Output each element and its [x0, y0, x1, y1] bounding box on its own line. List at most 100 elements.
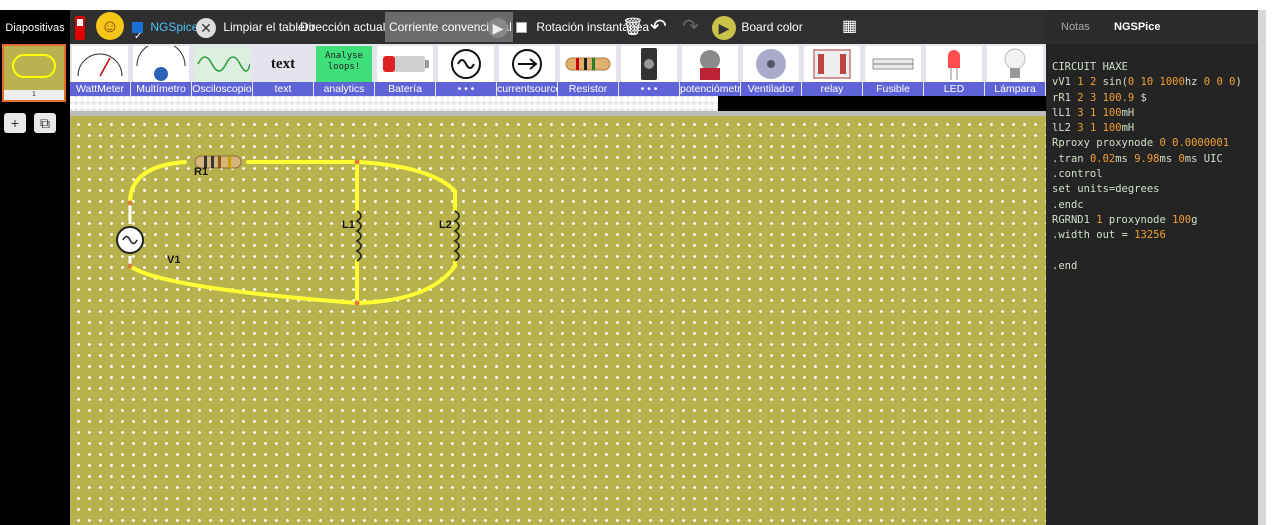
ngspice-toggle[interactable]: NGSpice	[132, 10, 199, 54]
current-source-icon	[499, 46, 555, 82]
ac-source-icon	[438, 46, 494, 82]
top-toolbar: ☺ NGSpice ✕ Limpiar el tablero Dirección…	[70, 10, 1046, 54]
power-switch-icon[interactable]	[75, 10, 85, 44]
component-label: potenciómetro	[680, 82, 740, 96]
l2-label: L2	[439, 219, 452, 231]
potentiometer-icon	[682, 46, 738, 82]
component-potentiometer[interactable]: potenciómetro	[680, 44, 740, 96]
component-label: Osciloscopio	[192, 82, 252, 96]
slides-panel: Diapositivas 1 + ⧉	[0, 10, 70, 525]
breadboard[interactable]: R1 V1 L1 L2	[70, 116, 1046, 525]
netlist-line: RGRND1 1 proxynode 100g	[1052, 213, 1198, 226]
component-label: Ventilador	[741, 82, 801, 96]
battery-icon	[377, 46, 433, 82]
netlist-line: vV1 1 2 sin(0 10 1000hz 0 0 0)	[1052, 76, 1242, 89]
component-led[interactable]: LED	[924, 44, 984, 96]
lamp-icon	[987, 46, 1043, 82]
wattmeter-icon	[72, 46, 128, 82]
bead-strip	[70, 96, 718, 111]
smiley-icon[interactable]: ☺	[96, 12, 124, 46]
component-label: Resistor	[558, 82, 618, 96]
component-analytics[interactable]: Analyse loops! analytics	[314, 44, 374, 96]
wire-l1-l2-top	[355, 160, 457, 193]
oscilloscope-icon	[194, 46, 251, 82]
component-fuse[interactable]: Fusible	[863, 44, 923, 96]
component-label: Lámpara	[985, 82, 1045, 96]
component-battery[interactable]: Batería	[375, 44, 435, 96]
component-multimeter[interactable]: Multímetro	[131, 41, 191, 96]
led-icon	[926, 46, 982, 82]
scrollbar[interactable]	[1258, 10, 1266, 525]
component-label: Fusible	[863, 82, 923, 96]
ngspice-checkbox[interactable]	[132, 20, 143, 54]
slide-thumbnail[interactable]: 1	[2, 44, 66, 102]
inductor-l1[interactable]	[355, 210, 362, 262]
play-icon[interactable]: ▶	[488, 10, 508, 44]
component-relay[interactable]: relay	[802, 44, 862, 96]
netlist-line: set units=degrees	[1052, 183, 1160, 196]
trash-icon[interactable]: 🗑	[622, 10, 644, 44]
component-label: relay	[802, 82, 862, 96]
right-panel: Notas NGSPice CIRCUIT HAXE vV1 1 2 sin(0 …	[1046, 10, 1258, 525]
building-icon[interactable]: ▦	[842, 10, 857, 44]
netlist-line: .tran 0.02ms 9.98ms 0ms UIC	[1052, 152, 1223, 165]
netlist-code[interactable]: CIRCUIT HAXE vV1 1 2 sin(0 10 1000hz 0 0 …	[1052, 60, 1242, 274]
thumbnail-circuit-preview	[12, 54, 56, 78]
component-oscilloscope[interactable]: Osciloscopio	[192, 44, 252, 96]
wire-v1-bottom	[128, 264, 359, 305]
component-label: • • •	[436, 82, 496, 96]
netlist-line: lL1 3 1 100mH	[1052, 106, 1135, 119]
netlist-line: .endc	[1052, 198, 1084, 211]
top-strip	[0, 0, 1266, 10]
window-edge	[1266, 0, 1280, 525]
component-lamp[interactable]: Lámpara	[985, 44, 1045, 96]
component-label: currentsource	[497, 82, 557, 96]
copy-slide-button[interactable]: ⧉	[34, 113, 56, 133]
close-icon: ✕	[196, 17, 216, 38]
netlist-line: Rproxy proxynode 0 0.0000001	[1052, 137, 1230, 150]
component-text[interactable]: text text	[253, 44, 313, 96]
right-panel-tabs: Notas NGSPice	[1046, 10, 1258, 44]
board-color-button[interactable]: ▶ Board color	[712, 10, 803, 44]
circuit-canvas	[116, 155, 460, 306]
add-slide-button[interactable]: +	[4, 113, 26, 133]
fuse-icon	[865, 46, 921, 82]
wire-v1-r1	[128, 160, 187, 205]
component-label: WattMeter	[70, 82, 130, 96]
multimeter-icon	[133, 41, 189, 82]
component-label: analytics	[314, 82, 374, 96]
component-bar: WattMeter Multímetro Osciloscopio text t…	[70, 41, 1046, 96]
clear-board-button[interactable]: ✕ Limpiar el tablero	[196, 10, 315, 44]
component-label: text	[253, 82, 313, 96]
ac-source-v1[interactable]	[116, 226, 144, 254]
component-wattmeter[interactable]: WattMeter	[70, 44, 130, 96]
component-switch[interactable]: • • •	[619, 44, 679, 96]
analytics-icon: Analyse loops!	[316, 46, 372, 82]
component-fan[interactable]: Ventilador	[741, 44, 801, 96]
netlist-line: .control	[1052, 168, 1103, 181]
netlist-line	[1052, 244, 1242, 259]
rotation-checkbox[interactable]	[516, 22, 527, 34]
fan-icon	[743, 46, 799, 82]
resistor-icon	[560, 46, 616, 82]
tab-ngspice[interactable]: NGSPice	[1114, 10, 1160, 44]
netlist-line: .width out = 13256	[1052, 229, 1166, 242]
netlist-line: rR1 2 3 100.9 $	[1052, 91, 1147, 104]
board-color-label: Board color	[741, 20, 803, 34]
redo-icon[interactable]: ↷	[682, 10, 699, 44]
component-label: LED	[924, 82, 984, 96]
slide-number: 1	[4, 90, 64, 100]
switch-icon	[621, 46, 677, 82]
netlist-line: lL2 3 1 100mH	[1052, 122, 1135, 135]
undo-icon[interactable]: ↶	[650, 10, 667, 44]
inductor-l2[interactable]	[453, 191, 460, 266]
ngspice-label: NGSpice	[150, 20, 199, 34]
l1-label: L1	[342, 219, 355, 231]
component-resistor[interactable]: Resistor	[558, 44, 618, 96]
r1-label: R1	[194, 166, 209, 178]
direction-label: Dirección actual:	[300, 20, 389, 34]
component-ac-source[interactable]: • • •	[436, 44, 496, 96]
component-current-source[interactable]: currentsource	[497, 44, 557, 96]
tab-notes[interactable]: Notas	[1061, 10, 1090, 44]
component-label: • • •	[619, 82, 679, 96]
